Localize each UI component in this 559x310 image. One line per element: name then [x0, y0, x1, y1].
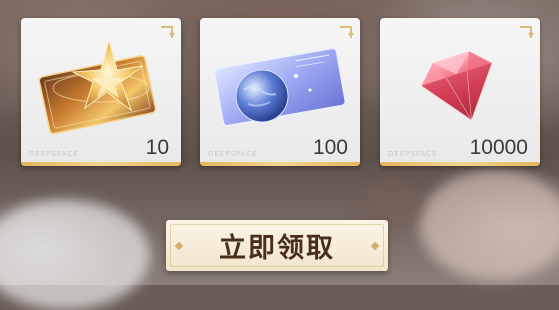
reward-card-gold-star-ticket[interactable]: DEEPSPACE 10 [21, 18, 181, 166]
reward-quantity: 100 [312, 136, 348, 159]
background-cup-shape [0, 200, 150, 310]
planet-ticket-icon [213, 47, 347, 127]
red-diamond-icon [420, 50, 493, 121]
reward-card-red-diamond[interactable]: DEEPSPACE 10000 [380, 18, 540, 166]
claim-button-label: 立即领取 [219, 233, 335, 264]
background-hand-shape [420, 170, 559, 280]
brand-watermark: DEEPSPACE [29, 150, 79, 158]
claim-now-button[interactable]: 立即领取 [166, 220, 388, 271]
reward-card-planet-ticket[interactable]: DEEPSPACE 100 [200, 18, 360, 166]
reward-quantity: 10 [145, 136, 169, 159]
gold-star-ticket-icon [38, 38, 157, 135]
reward-quantity: 10000 [469, 136, 528, 159]
brand-watermark: DEEPSPACE [388, 150, 438, 158]
brand-watermark: DEEPSPACE [208, 150, 258, 158]
